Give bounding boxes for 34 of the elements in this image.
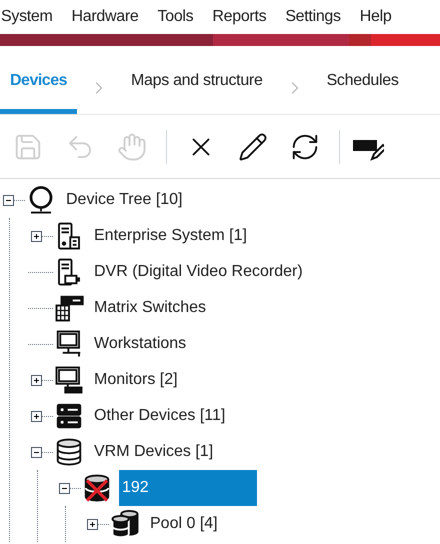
- expand-toggle[interactable]: [31, 410, 42, 422]
- collapse-toggle[interactable]: [31, 446, 42, 458]
- server-rack-icon: [54, 401, 84, 431]
- database-error-icon: [82, 473, 112, 503]
- tree-item-label[interactable]: Other Devices [11]: [91, 404, 228, 428]
- expand-toggle[interactable]: [87, 518, 98, 530]
- database-icon: [54, 437, 84, 467]
- pencil-icon: [238, 132, 268, 162]
- menu-item[interactable]: Reports: [212, 5, 266, 29]
- tree-item-label[interactable]: DVR (Digital Video Recorder): [91, 260, 306, 284]
- menu-item[interactable]: Settings: [285, 5, 341, 29]
- tree-item-label[interactable]: Device Tree [10]: [63, 188, 186, 212]
- menu-item[interactable]: Help: [360, 5, 392, 29]
- tree-item-label[interactable]: Matrix Switches: [91, 296, 210, 320]
- monitor-icon: [54, 365, 84, 395]
- expand-toggle[interactable]: [31, 230, 42, 242]
- tree-item-label[interactable]: Enterprise System [1]: [91, 224, 250, 248]
- menu-item[interactable]: Tools: [158, 5, 194, 29]
- tree-item-label[interactable]: Pool 0 [4]: [147, 512, 221, 536]
- tree-item-label[interactable]: VRM Devices [1]: [91, 440, 216, 464]
- collapse-toggle[interactable]: [3, 194, 14, 206]
- tab[interactable]: Schedules: [316, 62, 409, 114]
- collapse-toggle[interactable]: [59, 482, 70, 494]
- database-stack-icon: [110, 509, 140, 539]
- menu-item[interactable]: System: [1, 5, 53, 29]
- tree-item-label[interactable]: 192: [119, 470, 257, 506]
- hand-icon: [117, 132, 147, 162]
- tab[interactable]: Maps and structure: [121, 62, 273, 114]
- tree-item-label[interactable]: Workstations: [91, 332, 190, 356]
- switch-keypad-icon: [54, 293, 84, 323]
- menu-item[interactable]: Hardware: [72, 5, 139, 29]
- tree-item-label[interactable]: Monitors [2]: [91, 368, 181, 392]
- tab[interactable]: Devices: [0, 62, 77, 114]
- expand-toggle[interactable]: [31, 374, 42, 386]
